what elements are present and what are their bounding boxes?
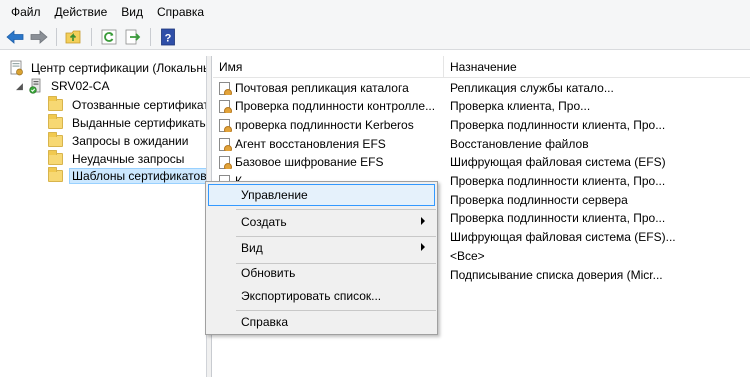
row-purpose: Восстановление файлов	[450, 137, 589, 151]
context-item-manage[interactable]: Управление	[208, 184, 435, 206]
up-folder-icon[interactable]	[63, 26, 85, 48]
menu-bar: Файл Действие Вид Справка	[0, 0, 750, 24]
certificate-template-icon	[219, 155, 232, 169]
tree-root-label: Центр сертификации (Локальный)	[31, 61, 207, 75]
certificate-template-icon	[219, 99, 232, 113]
context-item-label: Вид	[241, 241, 263, 255]
help-icon[interactable]: ?	[157, 26, 179, 48]
table-row[interactable]: Проверка подлинности контролле... Провер…	[213, 97, 750, 115]
table-row[interactable]: Почтовая репликация каталога Репликация …	[213, 79, 750, 97]
context-item-label: Создать	[241, 215, 287, 229]
export-icon[interactable]	[122, 26, 144, 48]
row-purpose: <Все>	[450, 249, 485, 263]
table-row[interactable]: Агент восстановления EFS Восстановление …	[213, 135, 750, 153]
column-header-purpose[interactable]: Назначение	[444, 56, 750, 78]
svg-text:?: ?	[165, 32, 172, 44]
context-item-label: Экспортировать список...	[241, 289, 382, 303]
forward-icon[interactable]	[28, 26, 50, 48]
row-name: проверка подлинности Kerberos	[235, 118, 414, 132]
certificate-template-icon	[219, 118, 232, 132]
folder-icon	[48, 96, 63, 111]
toolbar-separator	[150, 27, 151, 46]
context-item-label: Управление	[241, 188, 308, 202]
collapse-icon[interactable]: ◢	[16, 81, 26, 92]
row-purpose: Шифрующая файловая система (EFS)	[450, 155, 666, 169]
ca-root-icon	[8, 60, 24, 76]
folder-icon	[48, 150, 63, 165]
folder-icon	[48, 167, 63, 182]
row-purpose: Проверка подлинности клиента, Про...	[450, 118, 666, 132]
back-icon[interactable]	[4, 26, 26, 48]
menu-view[interactable]: Вид	[114, 2, 150, 22]
row-name: Почтовая репликация каталога	[235, 81, 409, 95]
row-purpose: Проверка подлинности клиента, Про...	[450, 211, 666, 225]
context-item-refresh[interactable]: Обновить	[208, 262, 435, 284]
row-name: Агент восстановления EFS	[235, 137, 386, 151]
list-header: Имя Назначение	[213, 56, 750, 78]
row-name: Проверка подлинности контролле...	[235, 99, 436, 113]
context-item-help[interactable]: Справка	[208, 311, 435, 333]
menu-action[interactable]: Действие	[48, 2, 115, 22]
toolbar: ?	[0, 24, 750, 50]
row-purpose: Проверка подлинности сервера	[450, 193, 628, 207]
tree-item-label: Отозванные сертификаты	[72, 98, 207, 112]
tree-item-label: Выданные сертификаты	[72, 116, 207, 130]
refresh-icon[interactable]	[98, 26, 120, 48]
tree-server-label: SRV02-CA	[51, 79, 110, 93]
submenu-arrow-icon	[421, 217, 425, 225]
context-item-create[interactable]: Создать	[208, 211, 435, 233]
menu-file[interactable]: Файл	[4, 2, 48, 22]
submenu-arrow-icon	[421, 243, 425, 251]
context-separator	[236, 209, 436, 210]
toolbar-separator	[91, 27, 92, 46]
tree-item-issued[interactable]: Выданные сертификаты	[48, 114, 207, 132]
tree-item-pending[interactable]: Запросы в ожидании	[48, 132, 191, 150]
server-icon	[28, 78, 44, 94]
tree-server[interactable]: ◢ SRV02-CA	[16, 77, 112, 95]
tree-item-label: Неудачные запросы	[72, 152, 185, 166]
row-purpose: Подписывание списка доверия (Micr...	[450, 268, 663, 282]
toolbar-separator	[56, 27, 57, 46]
folder-icon	[48, 114, 63, 129]
table-row[interactable]: проверка подлинности Kerberos Проверка п…	[213, 116, 750, 134]
context-item-export-list[interactable]: Экспортировать список...	[208, 285, 435, 307]
context-menu: Управление Создать Вид Обновить Экспорти…	[205, 181, 438, 335]
tree-item-label: Шаблоны сертификатов	[69, 168, 206, 184]
row-name: Базовое шифрование EFS	[235, 155, 384, 169]
tree-root[interactable]: Центр сертификации (Локальный)	[8, 59, 207, 77]
context-item-view[interactable]: Вид	[208, 237, 435, 259]
menu-help[interactable]: Справка	[150, 2, 211, 22]
tree-pane: Центр сертификации (Локальный) ◢ SRV02-C…	[4, 56, 207, 377]
tree-item-label: Запросы в ожидании	[72, 134, 189, 148]
row-purpose: Шифрующая файловая система (EFS)...	[450, 230, 676, 244]
tree-item-revoked[interactable]: Отозванные сертификаты	[48, 96, 207, 114]
column-header-name[interactable]: Имя	[213, 56, 444, 78]
context-item-label: Справка	[241, 315, 289, 329]
folder-icon	[48, 132, 63, 147]
tree-item-failed[interactable]: Неудачные запросы	[48, 150, 187, 168]
table-row[interactable]: Базовое шифрование EFS Шифрующая файлова…	[213, 153, 750, 171]
certificate-template-icon	[219, 137, 232, 151]
certificate-template-icon	[219, 81, 232, 95]
row-purpose: Проверка клиента, Про...	[450, 99, 591, 113]
context-item-label: Обновить	[241, 266, 296, 280]
row-purpose: Проверка подлинности клиента, Про...	[450, 174, 666, 188]
tree-item-templates[interactable]: Шаблоны сертификатов	[48, 167, 206, 185]
row-purpose: Репликация службы катало...	[450, 81, 614, 95]
